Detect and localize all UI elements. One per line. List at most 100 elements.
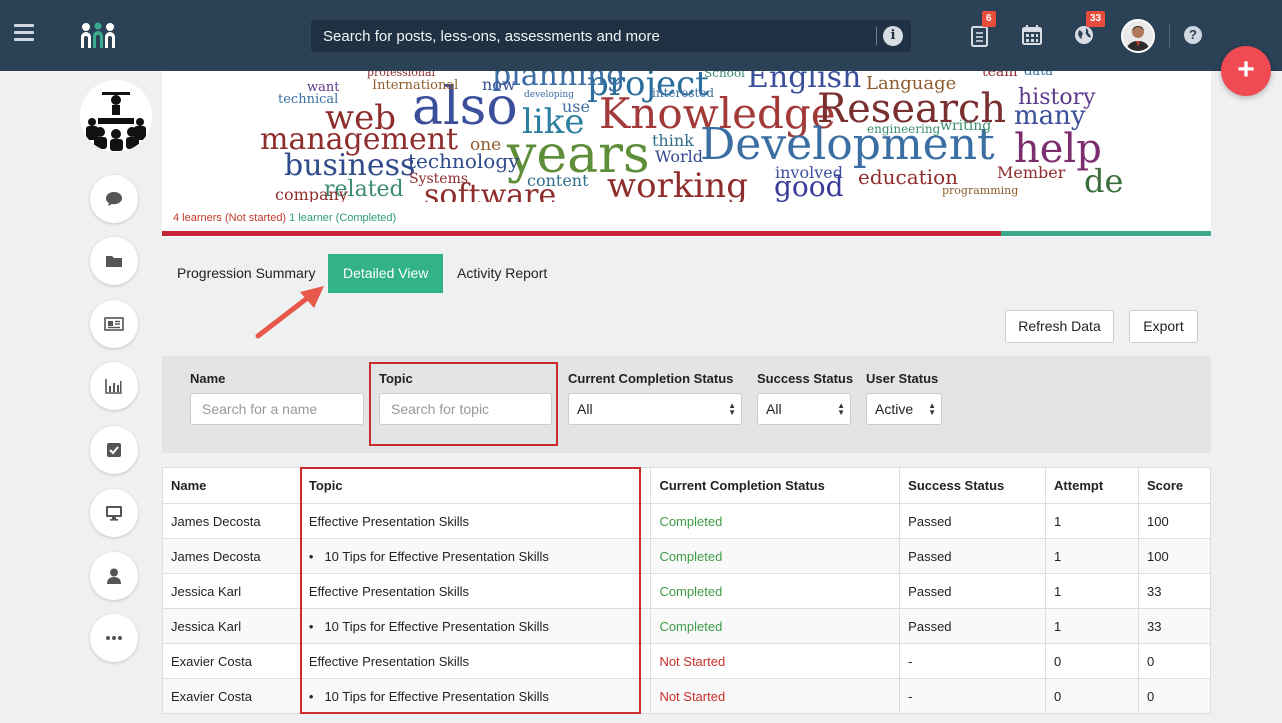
word-cloud-word: writing [940, 118, 992, 134]
word-cloud-word: engineering [867, 122, 941, 136]
topic-text: Effective Presentation Skills [308, 653, 470, 669]
calendar-icon[interactable] [1021, 24, 1043, 46]
success-status-select[interactable]: All ▲ ▼ [757, 393, 851, 425]
cell-score: 0 [1138, 643, 1211, 679]
sidebar-item-tasks[interactable] [90, 426, 138, 474]
table-row[interactable]: Exavier Costa 10 Tips for Effective Pres… [162, 678, 1211, 714]
table-row[interactable]: Jessica Karl 10 Tips for Effective Prese… [162, 608, 1211, 644]
cell-completion-status: Completed [650, 503, 901, 539]
tab-detailed-view[interactable]: Detailed View [328, 254, 444, 293]
cell-name: Exavier Costa [162, 678, 301, 714]
group-avatar[interactable] [80, 80, 152, 152]
word-cloud-word: content [527, 171, 589, 190]
detailed-view-table: Name Topic Current Completion Status Suc… [162, 467, 1211, 714]
success-status-value: All [766, 401, 782, 417]
word-cloud-word: developing [524, 90, 574, 100]
learner-progress-fill [1001, 231, 1211, 236]
topic-filter-label: Topic [379, 371, 413, 386]
cell-name: James Decosta [162, 538, 301, 574]
column-header-name[interactable]: Name [162, 467, 301, 504]
column-header-success-status[interactable]: Success Status [899, 467, 1047, 504]
filter-panel: Name Topic Current Completion Status All… [162, 356, 1211, 453]
table-row[interactable]: Exavier Costa Effective Presentation Ski… [162, 643, 1211, 679]
course-banner: also project English Knowledge Research years… [162, 71, 1211, 237]
column-header-score[interactable]: Score [1138, 467, 1211, 504]
select-caret-icon: ▲ ▼ [728, 401, 736, 417]
word-cloud-word: technology [408, 149, 520, 173]
topic-text: Effective Presentation Skills [308, 513, 470, 529]
sidebar-item-more[interactable] [90, 614, 138, 662]
word-cloud-word: Member [997, 163, 1066, 182]
cell-completion-status: Not Started [650, 643, 901, 679]
subtopic-text: 10 Tips for Effective Presentation Skill… [309, 549, 549, 564]
globe-badge: 33 [1086, 11, 1106, 27]
monitor-icon [106, 506, 122, 521]
cell-attempt: 1 [1045, 608, 1139, 644]
completion-status-value: All [577, 401, 593, 417]
word-cloud-word: company [275, 185, 348, 203]
sidebar-item-reports[interactable] [90, 362, 138, 410]
word-cloud-word: use [562, 97, 590, 116]
completion-status-select[interactable]: All ▲ ▼ [568, 393, 742, 425]
cell-name: Jessica Karl [162, 608, 301, 644]
cell-topic: Effective Presentation Skills [299, 573, 652, 609]
cell-success-status: Passed [899, 538, 1047, 574]
column-header-topic[interactable]: Topic [299, 467, 652, 504]
cell-success-status: Passed [899, 503, 1047, 539]
help-icon[interactable]: ? [1184, 26, 1202, 44]
learner-progress-bar [162, 231, 1211, 236]
user-status-value: Active [875, 401, 914, 417]
success-filter-label: Success Status [757, 371, 854, 386]
column-header-attempt[interactable]: Attempt [1045, 467, 1139, 504]
cell-success-status: - [899, 643, 1047, 679]
top-navbar: i 6 33 ? [0, 0, 1282, 71]
user-status-select[interactable]: Active ▲ ▼ [866, 393, 942, 425]
cell-topic: 10 Tips for Effective Presentation Skill… [299, 538, 652, 574]
topic-filter-input[interactable] [379, 393, 552, 425]
word-cloud-word: School [704, 71, 745, 80]
user-icon [107, 568, 121, 584]
refresh-data-button[interactable]: Refresh Data [1005, 310, 1114, 343]
search-divider [876, 27, 877, 45]
chat-icon [106, 192, 122, 206]
sidebar-item-members[interactable] [90, 552, 138, 600]
word-cloud-word: many [1014, 101, 1086, 131]
table-header-row: Name Topic Current Completion Status Suc… [162, 467, 1211, 504]
info-icon[interactable]: i [883, 26, 903, 46]
navbar-divider [1169, 24, 1170, 48]
column-header-completion-status[interactable]: Current Completion Status [650, 467, 901, 504]
create-fab-button[interactable]: + [1221, 46, 1271, 96]
globe-icon[interactable]: 33 [1073, 11, 1106, 46]
cell-completion-status: Completed [650, 608, 901, 644]
sidebar-item-presentations[interactable] [90, 489, 138, 537]
annotation-arrow-icon [255, 286, 324, 339]
user-avatar[interactable] [1121, 19, 1155, 53]
completed-count[interactable]: 1 learner (Completed) [289, 212, 396, 224]
logo-icon[interactable] [78, 20, 118, 50]
sidebar-item-files[interactable] [90, 237, 138, 285]
document-icon[interactable]: 6 [969, 11, 996, 47]
word-cloud-word: working [607, 166, 748, 202]
sidebar-item-news[interactable] [90, 300, 138, 348]
word-cloud-word: World [655, 147, 703, 166]
cell-name: James Decosta [162, 503, 301, 539]
global-search-input[interactable] [311, 20, 871, 52]
not-started-count[interactable]: 4 learners (Not started) [173, 212, 286, 224]
notifications-badge: 6 [982, 11, 996, 27]
word-cloud-word: professional [367, 71, 436, 79]
table-row[interactable]: James Decosta 10 Tips for Effective Pres… [162, 538, 1211, 574]
word-cloud-word: Language [866, 73, 957, 94]
export-button[interactable]: Export [1129, 310, 1198, 343]
cell-attempt: 1 [1045, 538, 1139, 574]
cell-name: Jessica Karl [162, 573, 301, 609]
name-filter-input[interactable] [190, 393, 364, 425]
tab-activity-report[interactable]: Activity Report [442, 254, 562, 293]
sidebar-item-discussions[interactable] [90, 175, 138, 223]
word-cloud-word: data [1024, 71, 1054, 79]
cell-success-status: Passed [899, 608, 1047, 644]
table-row[interactable]: James Decosta Effective Presentation Ski… [162, 503, 1211, 539]
word-cloud-word: think [652, 131, 694, 150]
news-icon [104, 317, 124, 331]
menu-icon[interactable] [14, 24, 34, 42]
table-row[interactable]: Jessica Karl Effective Presentation Skil… [162, 573, 1211, 609]
